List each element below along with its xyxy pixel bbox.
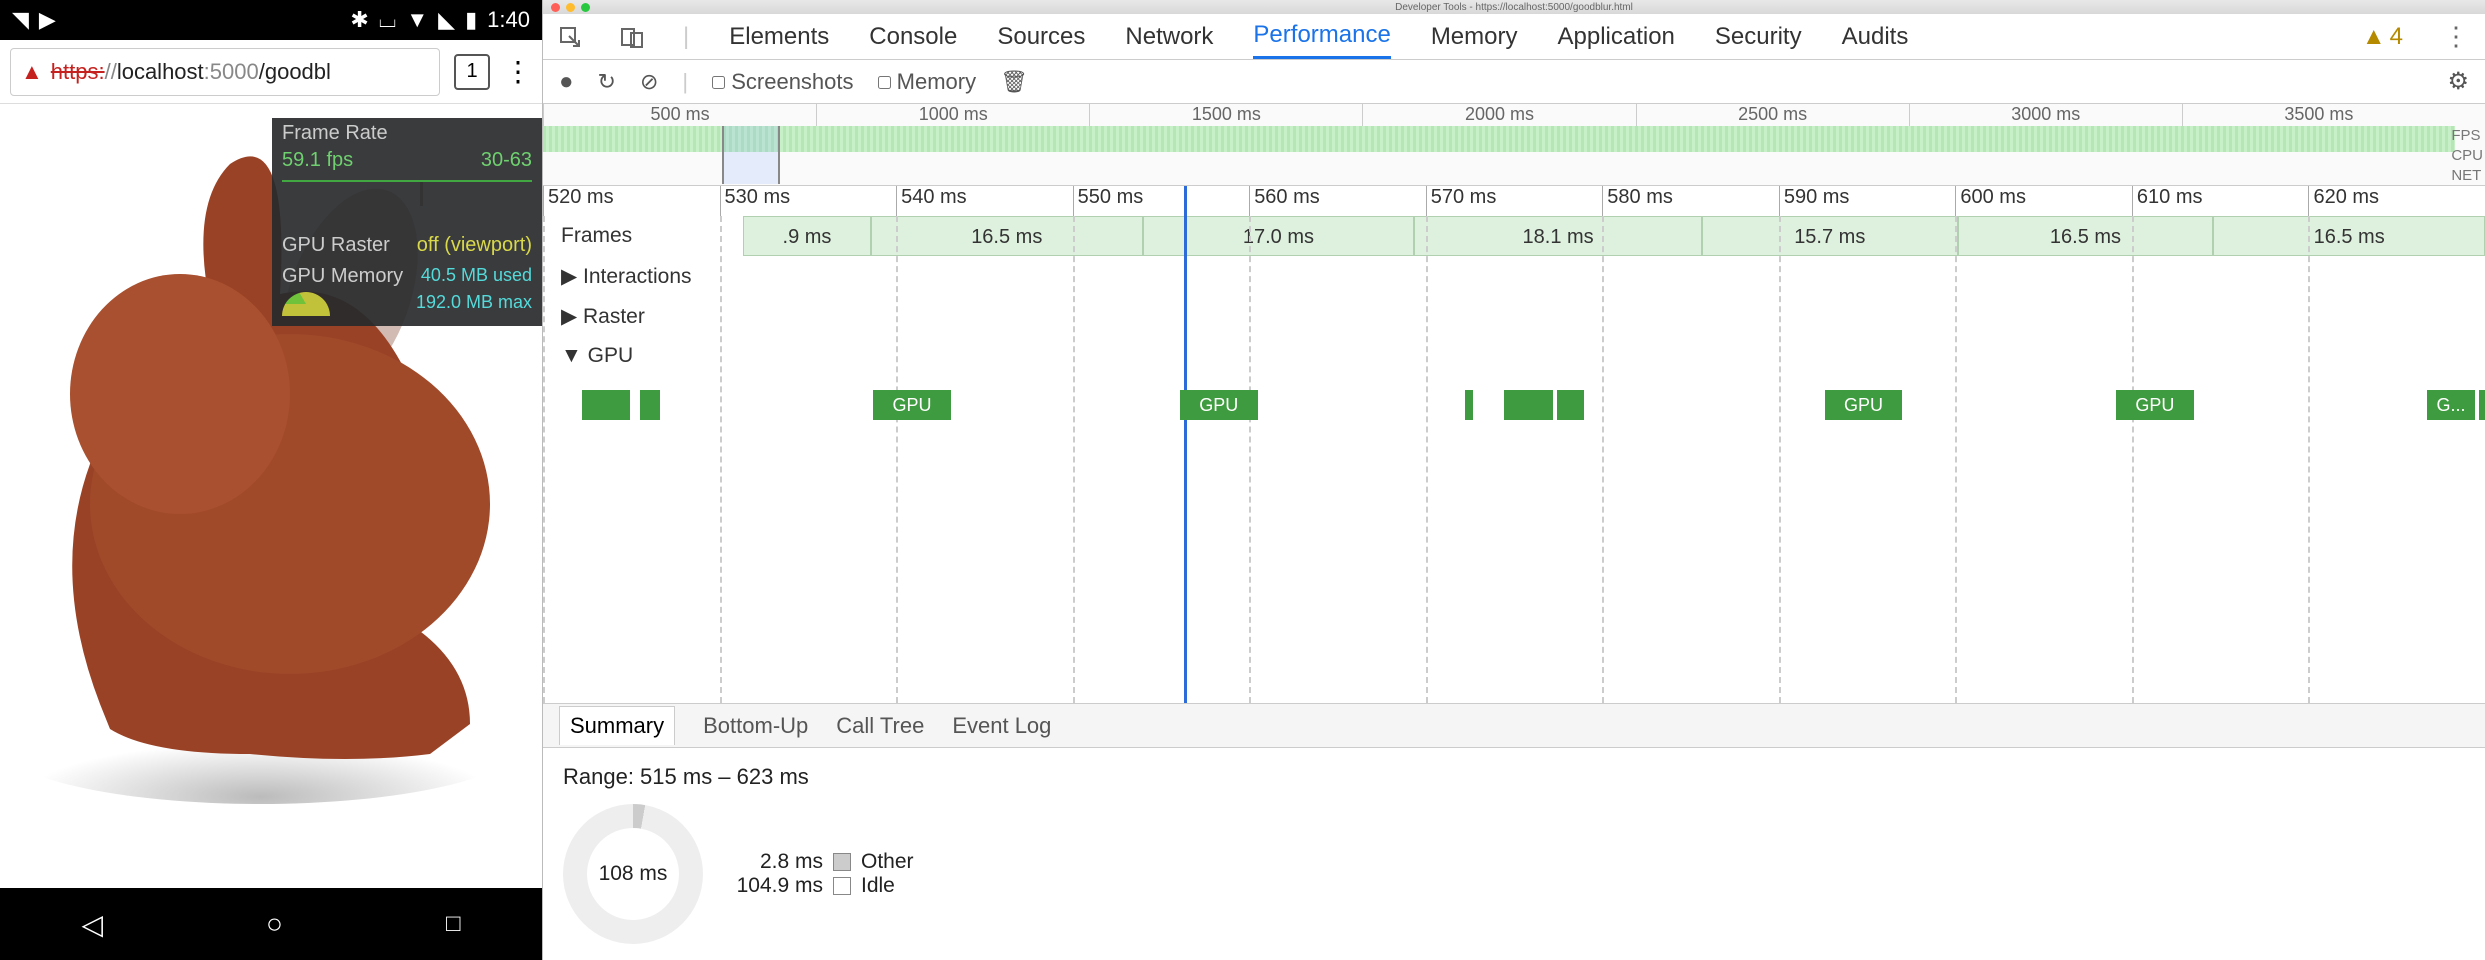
range-text: Range: 515 ms – 623 ms [563, 764, 2465, 790]
gpu-raster-value: off (viewport) [417, 234, 532, 257]
close-window-icon[interactable] [551, 3, 560, 12]
gpu-event[interactable] [1504, 390, 1553, 420]
wifi-icon: ▼ [406, 7, 428, 33]
flamechart-pane[interactable]: 520 ms530 ms540 ms550 ms560 ms570 ms580 … [543, 186, 2485, 704]
gpu-event[interactable] [640, 390, 659, 420]
android-status-bar: ◥ ▶ ✱ ⌴ ▼ ◣ ▮ 1:40 [0, 0, 542, 40]
devtools-tab-bar: | ElementsConsoleSourcesNetworkPerforman… [543, 14, 2485, 60]
notification-icon: ◥ [12, 7, 29, 33]
tab-performance[interactable]: Performance [1253, 14, 1390, 59]
fps-current: 59.1 fps [282, 149, 353, 172]
browser-address-bar: ▲ https: //localhost:5000/goodbl 1 ⋮ [0, 40, 542, 104]
device-toggle-icon[interactable] [621, 26, 643, 48]
inspect-icon[interactable] [559, 26, 581, 48]
gpu-memory-used: 40.5 MB used [421, 265, 532, 288]
warnings-count[interactable]: ▲ 4 [2362, 23, 2403, 51]
gpu-event[interactable]: GPU [2116, 390, 2194, 420]
clear-icon[interactable]: ⊘ [640, 69, 658, 95]
gpu-event[interactable]: GPU [873, 390, 951, 420]
tab-application[interactable]: Application [1557, 14, 1674, 59]
gpu-event[interactable]: GPU [1180, 390, 1258, 420]
play-icon: ▶ [39, 7, 56, 33]
minimize-window-icon[interactable] [566, 3, 575, 12]
gpu-event[interactable] [1557, 390, 1584, 420]
tab-audits[interactable]: Audits [1842, 14, 1909, 59]
gpu-events-row[interactable]: GPU GPU GPU GPU G... [543, 376, 2485, 436]
memory-checkbox[interactable]: Memory [878, 69, 977, 95]
window-title: Developer Tools - https://localhost:5000… [1395, 2, 1633, 13]
security-warning-icon: ▲ [21, 59, 43, 85]
tab-memory[interactable]: Memory [1431, 14, 1518, 59]
gpu-event[interactable] [1465, 390, 1473, 420]
url-scheme: https: [51, 59, 105, 85]
screenshots-checkbox[interactable]: Screenshots [712, 69, 853, 95]
trash-icon[interactable]: 🗑 [1000, 69, 1028, 95]
details-tab-summary[interactable]: Summary [559, 706, 675, 745]
frame-block[interactable]: 15.7 ms [1702, 216, 1958, 256]
zoom-window-icon[interactable] [581, 3, 590, 12]
window-titlebar: Developer Tools - https://localhost:5000… [543, 0, 2485, 14]
frames-track[interactable]: Frames .9 ms16.5 ms17.0 ms18.1 ms15.7 ms… [543, 216, 2485, 256]
back-icon[interactable]: ◁ [82, 908, 104, 941]
tab-network[interactable]: Network [1125, 14, 1213, 59]
url-field[interactable]: ▲ https: //localhost:5000/goodbl [10, 48, 440, 96]
frame-block[interactable]: 16.5 ms [2213, 216, 2485, 256]
selection-range[interactable] [722, 126, 780, 184]
details-tab-bar: Summary Bottom-Up Call Tree Event Log [543, 704, 2485, 748]
tab-sources[interactable]: Sources [997, 14, 1085, 59]
android-nav-bar: ◁ ○ □ [0, 888, 542, 960]
frame-block[interactable]: .9 ms [743, 216, 871, 256]
fps-graph [282, 180, 532, 222]
overflow-menu-icon[interactable]: ⋮ [504, 55, 532, 88]
battery-icon: ▮ [465, 7, 477, 33]
vibrate-icon: ⌴ [379, 7, 397, 33]
more-icon[interactable]: ⋮ [2443, 21, 2469, 52]
fps-range: 30-63 [481, 149, 532, 172]
home-icon[interactable]: ○ [266, 908, 283, 940]
recents-icon[interactable]: □ [446, 910, 461, 938]
reload-icon[interactable]: ↻ [598, 69, 616, 95]
legend-row: 104.9 msIdle [733, 874, 914, 898]
time-donut: 108 ms [563, 804, 703, 944]
url-host-path: //localhost:5000/goodbl [105, 59, 331, 85]
gpu-track[interactable]: ▼ GPU [543, 336, 2485, 376]
details-tab-call-tree[interactable]: Call Tree [836, 713, 924, 739]
settings-icon[interactable]: ⚙ [2447, 67, 2469, 96]
frame-block[interactable]: 16.5 ms [1958, 216, 2214, 256]
signal-icon: ◣ [438, 7, 455, 33]
bluetooth-icon: ✱ [350, 7, 368, 33]
legend-row: 2.8 msOther [733, 850, 914, 874]
interactions-track[interactable]: ▶ Interactions [543, 256, 2485, 296]
tab-elements[interactable]: Elements [729, 14, 829, 59]
tab-console[interactable]: Console [869, 14, 957, 59]
record-icon[interactable]: ● [559, 68, 574, 96]
performance-toolbar: ● ↻ ⊘ | Screenshots Memory 🗑 ⚙ [543, 60, 2485, 104]
clock-text: 1:40 [487, 7, 530, 33]
render-stats-overlay: Frame Rate 59.1 fps 30-63 GPU Raster off… [272, 118, 542, 326]
gpu-event[interactable]: G... [2427, 390, 2476, 420]
webpage-viewport[interactable]: Frame Rate 59.1 fps 30-63 GPU Raster off… [0, 104, 542, 888]
frame-block[interactable]: 16.5 ms [871, 216, 1143, 256]
details-tab-bottom-up[interactable]: Bottom-Up [703, 713, 808, 739]
tabs-button[interactable]: 1 [454, 54, 490, 90]
gpu-raster-label: GPU Raster [282, 234, 390, 257]
gpu-event[interactable]: GPU [1825, 390, 1903, 420]
gpu-event[interactable] [582, 390, 631, 420]
gpu-event[interactable] [2479, 390, 2485, 420]
tab-security[interactable]: Security [1715, 14, 1802, 59]
raster-track[interactable]: ▶ Raster [543, 296, 2485, 336]
frame-block[interactable]: 18.1 ms [1414, 216, 1702, 256]
overview-pane[interactable]: 500 ms1000 ms1500 ms2000 ms2500 ms3000 m… [543, 104, 2485, 186]
details-tab-event-log[interactable]: Event Log [952, 713, 1051, 739]
playhead[interactable] [1184, 186, 1187, 703]
devtools-window: Developer Tools - https://localhost:5000… [542, 0, 2485, 960]
gpu-memory-label: GPU Memory [282, 265, 403, 288]
overview-axis-labels: FPS CPU NET [2451, 126, 2483, 186]
summary-panel: Range: 515 ms – 623 ms 108 ms 2.8 msOthe… [543, 748, 2485, 960]
android-device-frame: ◥ ▶ ✱ ⌴ ▼ ◣ ▮ 1:40 ▲ https: //localhost:… [0, 0, 542, 960]
fps-overview-band [543, 126, 2455, 152]
hud-title: Frame Rate [282, 122, 532, 145]
